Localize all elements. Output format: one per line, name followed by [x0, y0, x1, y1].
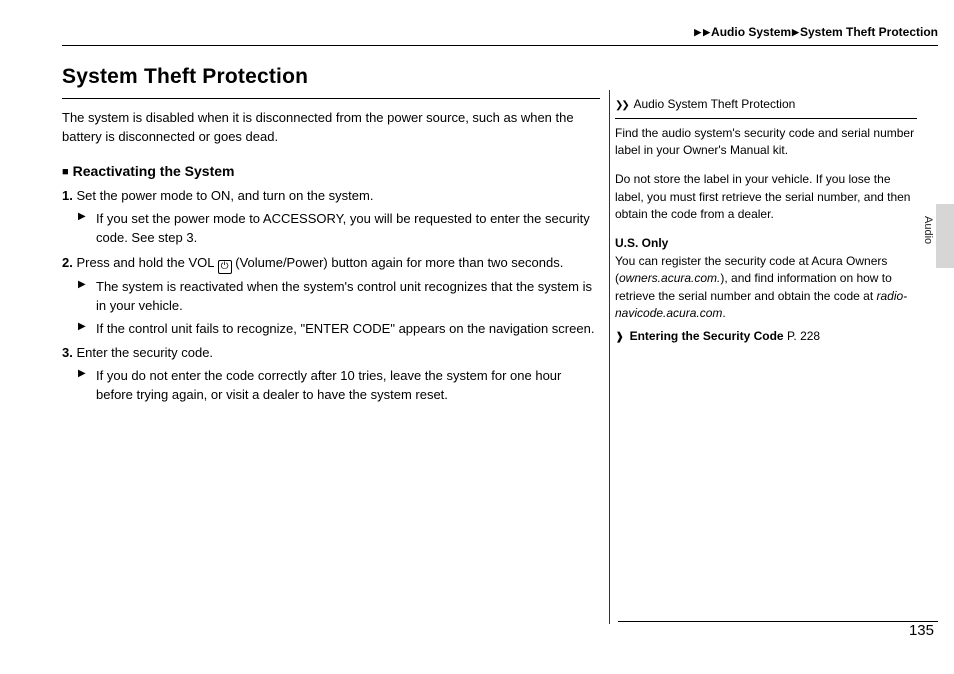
xref-page: P. 228 [787, 329, 820, 343]
sidebar-paragraph: Do not store the label in your vehicle. … [615, 171, 917, 223]
triangle-icon: ▶ [78, 210, 86, 225]
double-chevron-icon: ❯❯ [615, 100, 628, 111]
step-number: 3. [62, 345, 73, 360]
triangle-icon: ▶ [78, 320, 86, 335]
sidebar-paragraph: Find the audio system's security code an… [615, 125, 917, 160]
step-text: Enter the security code. [76, 345, 213, 360]
step-text: Set the power mode to ON, and turn on th… [76, 188, 373, 203]
step-sub: ▶ If the control unit fails to recognize… [96, 320, 600, 339]
step-item: 2. Press and hold the VOL ⏻ (Volume/Powe… [62, 254, 600, 339]
divider [62, 45, 938, 46]
divider [618, 621, 938, 622]
triangle-icon: ▶ [694, 26, 701, 39]
triangle-icon: ▶ [792, 26, 799, 39]
cross-reference: ❱ Entering the Security Code P. 228 [615, 328, 917, 346]
main-content: System Theft Protection The system is di… [62, 62, 600, 411]
step-sub: ▶ If you do not enter the code correctly… [96, 367, 600, 405]
subheading: ■Reactivating the System [62, 161, 600, 181]
sidebar-title: ❯❯ Audio System Theft Protection [615, 96, 917, 114]
sidebar: ❯❯ Audio System Theft Protection Find th… [615, 96, 917, 346]
step-sub-text: If you set the power mode to ACCESSORY, … [96, 211, 590, 245]
arrow-icon: ❱ [615, 331, 624, 343]
triangle-icon: ▶ [78, 367, 86, 382]
step-sub-text: The system is reactivated when the syste… [96, 279, 592, 313]
breadcrumb: ▶▶Audio System▶System Theft Protection [693, 24, 938, 41]
step-sub-text: If the control unit fails to recognize, … [96, 321, 594, 336]
breadcrumb-level2: System Theft Protection [800, 25, 938, 39]
vertical-divider [609, 90, 610, 624]
step-sub: ▶ If you set the power mode to ACCESSORY… [96, 210, 600, 248]
step-text-pre: Press and hold the VOL [76, 255, 217, 270]
page-title: System Theft Protection [62, 62, 600, 92]
step-number: 2. [62, 255, 73, 270]
section-tab-label: Audio [919, 216, 935, 244]
subheading-text: Reactivating the System [73, 163, 235, 179]
sidebar-title-text: Audio System Theft Protection [633, 97, 795, 111]
step-sub-text: If you do not enter the code correctly a… [96, 368, 561, 402]
sidebar-link: owners.acura.com. [619, 271, 720, 285]
intro-text: The system is disabled when it is discon… [62, 109, 600, 147]
section-tab [936, 204, 954, 268]
sidebar-us-heading: U.S. Only [615, 235, 917, 252]
steps-list: 1. Set the power mode to ON, and turn on… [62, 187, 600, 405]
step-item: 3. Enter the security code. ▶ If you do … [62, 344, 600, 405]
breadcrumb-level1: Audio System [711, 25, 791, 39]
sidebar-us-post: . [722, 306, 725, 320]
power-icon: ⏻ [218, 260, 232, 274]
xref-label: Entering the Security Code [630, 329, 784, 343]
divider [62, 98, 600, 99]
step-sub: ▶ The system is reactivated when the sys… [96, 278, 600, 316]
triangle-icon: ▶ [78, 278, 86, 293]
triangle-icon: ▶ [703, 26, 710, 39]
step-number: 1. [62, 188, 73, 203]
sidebar-us-block: U.S. Only You can register the security … [615, 235, 917, 322]
divider [615, 118, 917, 119]
square-bullet-icon: ■ [62, 165, 69, 181]
page-number: 135 [909, 620, 934, 642]
step-text-post: (Volume/Power) button again for more tha… [232, 255, 564, 270]
step-item: 1. Set the power mode to ON, and turn on… [62, 187, 600, 248]
